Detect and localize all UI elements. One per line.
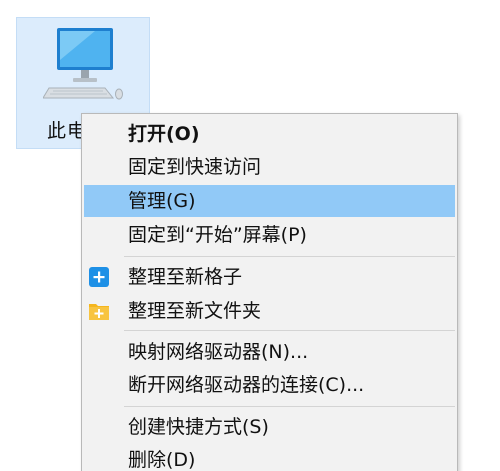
menu-item-create-shortcut[interactable]: 创建快捷方式(S) xyxy=(84,411,455,443)
context-menu: 打开(O) 固定到快速访问 管理(G) 固定到“开始”屏幕(P) 整理至新格子 xyxy=(81,113,458,471)
menu-separator xyxy=(124,330,455,331)
menu-item-label: 创建快捷方式(S) xyxy=(128,416,269,438)
menu-item-organize-new-grid[interactable]: 整理至新格子 xyxy=(84,261,455,293)
menu-item-delete[interactable]: 删除(D) xyxy=(84,444,455,471)
menu-item-manage[interactable]: 管理(G) xyxy=(84,185,455,217)
menu-item-label: 固定到快速访问 xyxy=(128,156,262,178)
menu-item-map-network-drive[interactable]: 映射网络驱动器(N)... xyxy=(84,336,455,368)
menu-item-label: 删除(D) xyxy=(128,449,196,471)
folder-plus-icon xyxy=(89,304,109,320)
menu-item-label: 整理至新格子 xyxy=(128,266,243,288)
menu-item-organize-new-folder[interactable]: 整理至新文件夹 xyxy=(84,295,455,327)
menu-item-label: 断开网络驱动器的连接(C)... xyxy=(128,374,365,396)
menu-item-label: 整理至新文件夹 xyxy=(128,300,262,322)
menu-item-pin-quick-access[interactable]: 固定到快速访问 xyxy=(84,151,455,183)
blue-plus-icon xyxy=(89,267,109,287)
menu-item-label: 映射网络驱动器(N)... xyxy=(128,341,309,363)
menu-item-label: 固定到“开始”屏幕(P) xyxy=(128,224,307,246)
menu-item-label: 打开(O) xyxy=(128,123,200,145)
menu-item-label: 管理(G) xyxy=(128,190,196,212)
computer-icon xyxy=(43,28,123,100)
menu-item-disconnect-network-drive[interactable]: 断开网络驱动器的连接(C)... xyxy=(84,369,455,401)
desktop: 此电 打开(O) 固定到快速访问 管理(G) 固定到“开始”屏幕(P) 整理至新… xyxy=(0,0,500,471)
menu-item-open[interactable]: 打开(O) xyxy=(84,118,455,150)
menu-item-pin-start[interactable]: 固定到“开始”屏幕(P) xyxy=(84,219,455,251)
menu-separator xyxy=(124,406,455,407)
menu-separator xyxy=(124,256,455,257)
